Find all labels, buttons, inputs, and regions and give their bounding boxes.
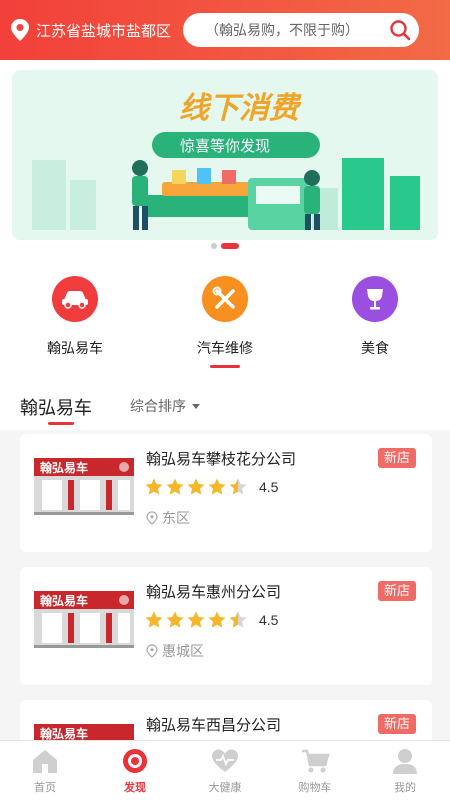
- tab-label: 我的: [394, 782, 416, 794]
- rating-value: 4.5: [259, 612, 279, 628]
- storefront-image: 翰弘易车: [34, 591, 134, 648]
- tab-label: 发现: [124, 782, 146, 794]
- wine-glass-icon: [352, 276, 398, 322]
- banner-subtitle: 惊喜等你发现: [180, 137, 270, 155]
- store-name: 翰弘易车攀枝花分公司: [146, 451, 297, 468]
- location-selector[interactable]: 江苏省盐城市盐都区: [10, 18, 171, 42]
- district-text: 东区: [162, 510, 190, 526]
- star-icon: [145, 478, 163, 495]
- category-label: 美食: [361, 340, 389, 356]
- search-bar[interactable]: （翰弘易购，不限于购）: [183, 13, 420, 47]
- location-text: 江苏省盐城市盐都区: [36, 22, 172, 40]
- tab-health[interactable]: 大健康: [180, 741, 270, 800]
- tab-profile[interactable]: 我的: [360, 741, 450, 800]
- category-car[interactable]: 翰弘易车: [0, 256, 150, 374]
- store-card[interactable]: 翰弘易车 翰弘易车惠州分公司 新店 4.5 惠城区: [20, 567, 432, 685]
- tab-home[interactable]: 首页: [0, 741, 90, 800]
- health-heart-icon: [212, 749, 238, 772]
- star-half-icon: [229, 478, 247, 495]
- category-label: 汽车维修: [197, 340, 253, 356]
- user-icon: [393, 749, 417, 774]
- district-text: 惠城区: [162, 643, 204, 659]
- location-pin-icon: [146, 644, 158, 658]
- car-icon: [52, 276, 98, 322]
- store-card[interactable]: 翰弘易车 翰弘易车西昌分公司 新店: [20, 700, 432, 740]
- top-header: 江苏省盐城市盐都区 （翰弘易购，不限于购）: [0, 0, 450, 60]
- tab-label: 购物车: [298, 782, 332, 794]
- category-row: 翰弘易车 汽车维修 美食: [0, 256, 450, 374]
- search-icon[interactable]: [389, 19, 411, 41]
- storefront-image: 翰弘易车: [34, 458, 134, 515]
- star-icon: [145, 611, 163, 628]
- banner-dot-active[interactable]: [221, 243, 239, 249]
- storefront-sign-text: 翰弘易车: [40, 460, 88, 475]
- banner-dot[interactable]: [211, 243, 217, 249]
- banner-section: 惊喜等你发现 线下消费: [0, 60, 450, 256]
- new-store-badge: 新店: [377, 448, 416, 468]
- tab-label: 首页: [34, 782, 56, 794]
- store-card[interactable]: 翰弘易车 翰弘易车攀枝花分公司 新店 4.5 东区: [20, 434, 432, 552]
- location-pin-icon: [146, 511, 158, 525]
- category-repair[interactable]: 汽车维修: [150, 256, 300, 374]
- location-pin-icon: [11, 19, 29, 41]
- rating-stars: 4.5: [144, 610, 278, 630]
- active-category-indicator: [210, 365, 240, 368]
- section-header: 翰弘易车 综合排序: [0, 374, 450, 430]
- storefront-sign-text: 翰弘易车: [40, 593, 88, 608]
- tab-label: 大健康: [208, 782, 242, 794]
- discover-icon: [123, 749, 147, 773]
- sort-dropdown[interactable]: 综合排序: [130, 396, 200, 416]
- wrench-screwdriver-icon: [202, 276, 248, 322]
- sort-label: 综合排序: [130, 398, 186, 414]
- shopping-cart-icon: [302, 749, 330, 773]
- promo-banner[interactable]: 惊喜等你发现 线下消费: [12, 70, 438, 240]
- store-list: 翰弘易车 翰弘易车攀枝花分公司 新店 4.5 东区 翰弘易车 翰弘易车惠州分公司…: [0, 430, 450, 740]
- star-icon: [208, 478, 226, 495]
- bottom-tab-bar: 首页 发现 大健康 购物车 我的: [0, 740, 450, 800]
- star-icon: [166, 478, 184, 495]
- search-placeholder: （翰弘易购，不限于购）: [205, 22, 360, 38]
- banner-title: 线下消费: [179, 92, 302, 125]
- storefront-sign-text: 翰弘易车: [40, 726, 88, 740]
- store-name: 翰弘易车西昌分公司: [146, 717, 282, 734]
- new-store-badge: 新店: [377, 714, 416, 734]
- category-label: 翰弘易车: [47, 340, 103, 356]
- tab-discover[interactable]: 发现: [90, 741, 180, 800]
- rating-value: 4.5: [259, 479, 279, 495]
- store-name: 翰弘易车惠州分公司: [146, 584, 282, 601]
- section-title: 翰弘易车: [20, 398, 92, 418]
- star-half-icon: [229, 611, 247, 628]
- caret-down-icon: [192, 403, 200, 409]
- star-icon: [208, 611, 226, 628]
- star-icon: [187, 611, 205, 628]
- star-icon: [187, 478, 205, 495]
- new-store-badge: 新店: [377, 581, 416, 601]
- tab-cart[interactable]: 购物车: [270, 741, 360, 800]
- star-icon: [166, 611, 184, 628]
- section-title-underline: [48, 422, 74, 425]
- storefront-image: 翰弘易车: [34, 724, 134, 740]
- rating-stars: 4.5: [144, 477, 278, 497]
- store-district: 惠城区: [146, 641, 204, 661]
- category-food[interactable]: 美食: [300, 256, 450, 374]
- banner-pagination: [0, 243, 450, 249]
- store-district: 东区: [146, 508, 190, 528]
- home-icon: [33, 750, 57, 773]
- banner-illustration: 惊喜等你发现 线下消费: [12, 70, 438, 240]
